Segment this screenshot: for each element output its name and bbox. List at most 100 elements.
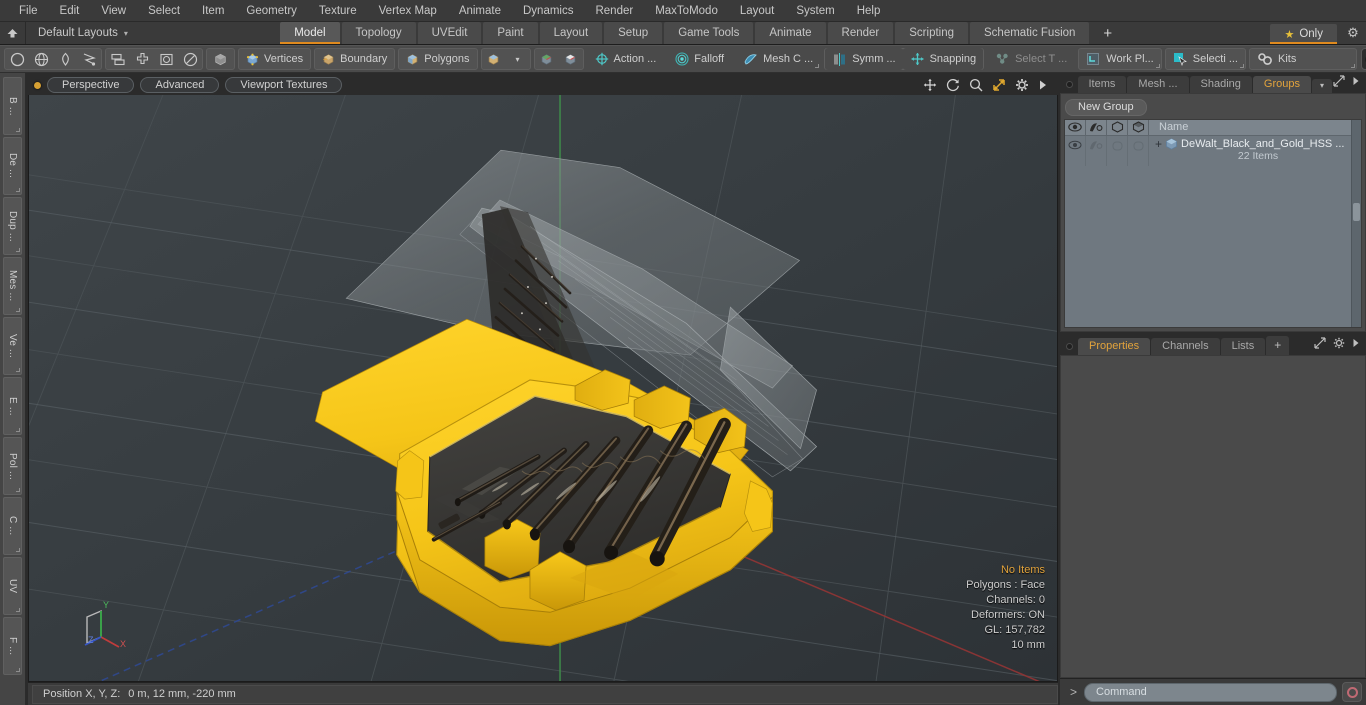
viewport-projection-dropdown[interactable]: Perspective [47, 77, 135, 93]
tab-layout[interactable]: Layout [539, 22, 603, 44]
wire-icon[interactable] [1107, 119, 1128, 135]
add-layout-tab-button[interactable]: + [1091, 22, 1125, 44]
tab-channels[interactable]: Channels [1151, 338, 1220, 355]
menu-item-animate[interactable]: Animate [448, 3, 512, 19]
gear-icon[interactable]: ⚙ [1340, 22, 1366, 44]
menu-item-select[interactable]: Select [137, 3, 191, 19]
work-plane-button[interactable]: Work Pl... [1078, 48, 1162, 70]
menu-item-edit[interactable]: Edit [49, 3, 91, 19]
groups-tree[interactable]: Name + DeWalt_Black_and_Gold_HSS ... 22 … [1064, 118, 1362, 328]
selection-mode-vertices[interactable]: Vertices [238, 48, 312, 70]
cube-mode-button[interactable] [206, 48, 235, 70]
tab-items[interactable]: Items [1077, 76, 1127, 93]
row-eye-icon[interactable] [1065, 135, 1086, 166]
command-input[interactable]: Command [1084, 682, 1337, 702]
tab-topology[interactable]: Topology [341, 22, 416, 44]
render-icon[interactable] [1086, 119, 1107, 135]
menu-item-help[interactable]: Help [846, 3, 892, 19]
selection-mode-polygons[interactable]: Polygons [398, 48, 478, 70]
pen-icon[interactable] [53, 48, 77, 70]
properties-panel[interactable] [1060, 355, 1366, 678]
row-render-icon[interactable] [1086, 135, 1107, 166]
tab-model[interactable]: Model [280, 22, 340, 44]
globe-icon[interactable] [29, 48, 53, 70]
tab-properties[interactable]: Properties [1078, 338, 1151, 355]
shade-icon[interactable] [1128, 119, 1149, 135]
axis-cube-green-icon[interactable] [535, 48, 559, 70]
panel-arrow-icon[interactable] [1352, 338, 1360, 351]
menu-item-item[interactable]: Item [191, 3, 235, 19]
vtab-basic[interactable]: B ... [3, 77, 22, 135]
pan-icon[interactable] [923, 78, 937, 92]
vtab-uv[interactable]: UV [3, 557, 22, 615]
modo-cube-icon[interactable] [1361, 48, 1366, 70]
expand-icon[interactable] [1314, 337, 1326, 352]
tab-uvedit[interactable]: UVEdit [417, 22, 482, 44]
menu-item-render[interactable]: Render [584, 3, 644, 19]
vtab-duplicate[interactable]: Dup ... [3, 197, 22, 255]
home-up-icon[interactable] [0, 22, 26, 44]
vtab-curve[interactable]: C ... [3, 497, 22, 555]
vtab-polygon[interactable]: Pol ... [3, 437, 22, 495]
viewport-gear-icon[interactable] [1015, 78, 1029, 92]
tab-scripting[interactable]: Scripting [895, 22, 969, 44]
vtab-vertex[interactable]: Ve ... [3, 317, 22, 375]
viewport-textures-dropdown[interactable]: Viewport Textures [225, 77, 343, 93]
selection-mode-boundary[interactable]: Boundary [314, 48, 396, 70]
vtab-mesh-edit[interactable]: Mes ... [3, 257, 22, 315]
add-properties-tab-button[interactable]: + [1266, 336, 1290, 355]
tab-setup[interactable]: Setup [604, 22, 663, 44]
menu-item-maxtomodo[interactable]: MaxToModo [644, 3, 729, 19]
axis-cube-white-icon[interactable] [559, 48, 583, 70]
menu-item-file[interactable]: File [8, 3, 49, 19]
row-wire-toggle[interactable] [1107, 135, 1128, 166]
properties-panel-dot[interactable] [1066, 343, 1073, 350]
falloff-button[interactable]: Falloff [667, 48, 733, 70]
viewport-indicator-dot[interactable] [34, 81, 41, 89]
selection-set-button[interactable]: Selecti ... [1164, 48, 1246, 70]
select-through-button[interactable]: Select T ... [987, 48, 1076, 70]
tab-shading[interactable]: Shading [1189, 76, 1252, 93]
tab-schematic-fusion[interactable]: Schematic Fusion [970, 22, 1090, 44]
viewport-shading-dropdown[interactable]: Advanced [140, 77, 220, 93]
menu-item-vertex-map[interactable]: Vertex Map [368, 3, 448, 19]
default-layouts-dropdown[interactable]: Default Layouts ▾ [26, 22, 138, 44]
center-icon[interactable] [154, 48, 178, 70]
menu-item-view[interactable]: View [90, 3, 137, 19]
row-shade-toggle[interactable] [1128, 135, 1149, 166]
circle-icon[interactable] [5, 48, 29, 70]
vtab-edge[interactable]: E ... [3, 377, 22, 435]
new-group-button[interactable]: New Group [1065, 98, 1147, 116]
vtab-fusion[interactable]: F ... [3, 617, 22, 675]
array-icon[interactable] [130, 48, 154, 70]
tab-render[interactable]: Render [827, 22, 894, 44]
fit-icon[interactable] [992, 78, 1006, 92]
tab-game-tools[interactable]: Game Tools [664, 22, 754, 44]
zoom-icon[interactable] [969, 78, 983, 92]
gear-icon[interactable] [1333, 337, 1345, 352]
tab-mesh-ops[interactable]: Mesh ... [1127, 76, 1189, 93]
snapping-button[interactable]: Snapping [902, 48, 984, 70]
menu-item-texture[interactable]: Texture [308, 3, 368, 19]
play-arrow-icon[interactable] [1038, 79, 1048, 91]
radial-icon[interactable] [178, 48, 202, 70]
menu-item-layout[interactable]: Layout [729, 3, 786, 19]
3d-viewport[interactable]: Y X Z No Items Polygons : Face Channels:… [28, 95, 1058, 682]
tab-animate[interactable]: Animate [755, 22, 826, 44]
tab-groups[interactable]: Groups [1252, 76, 1311, 93]
menu-item-dynamics[interactable]: Dynamics [512, 3, 584, 19]
record-circle-icon[interactable] [1342, 682, 1362, 702]
eye-icon[interactable] [1065, 119, 1086, 135]
element-cube-icon[interactable] [482, 48, 506, 70]
mirror-icon[interactable] [106, 48, 130, 70]
tab-lists[interactable]: Lists [1220, 338, 1266, 355]
tab-paint[interactable]: Paint [483, 22, 538, 44]
only-button[interactable]: ★ Only [1270, 24, 1337, 44]
chevron-down-icon[interactable]: ▾ [1311, 79, 1332, 93]
expander-plus-icon[interactable]: + [1155, 138, 1162, 150]
right-panel-dot[interactable] [1066, 81, 1073, 88]
menu-item-system[interactable]: System [785, 3, 845, 19]
action-center-button[interactable]: Action ... [586, 48, 665, 70]
vtab-deform[interactable]: De ... [3, 137, 22, 195]
chevron-down-icon[interactable]: ▾ [506, 48, 530, 70]
